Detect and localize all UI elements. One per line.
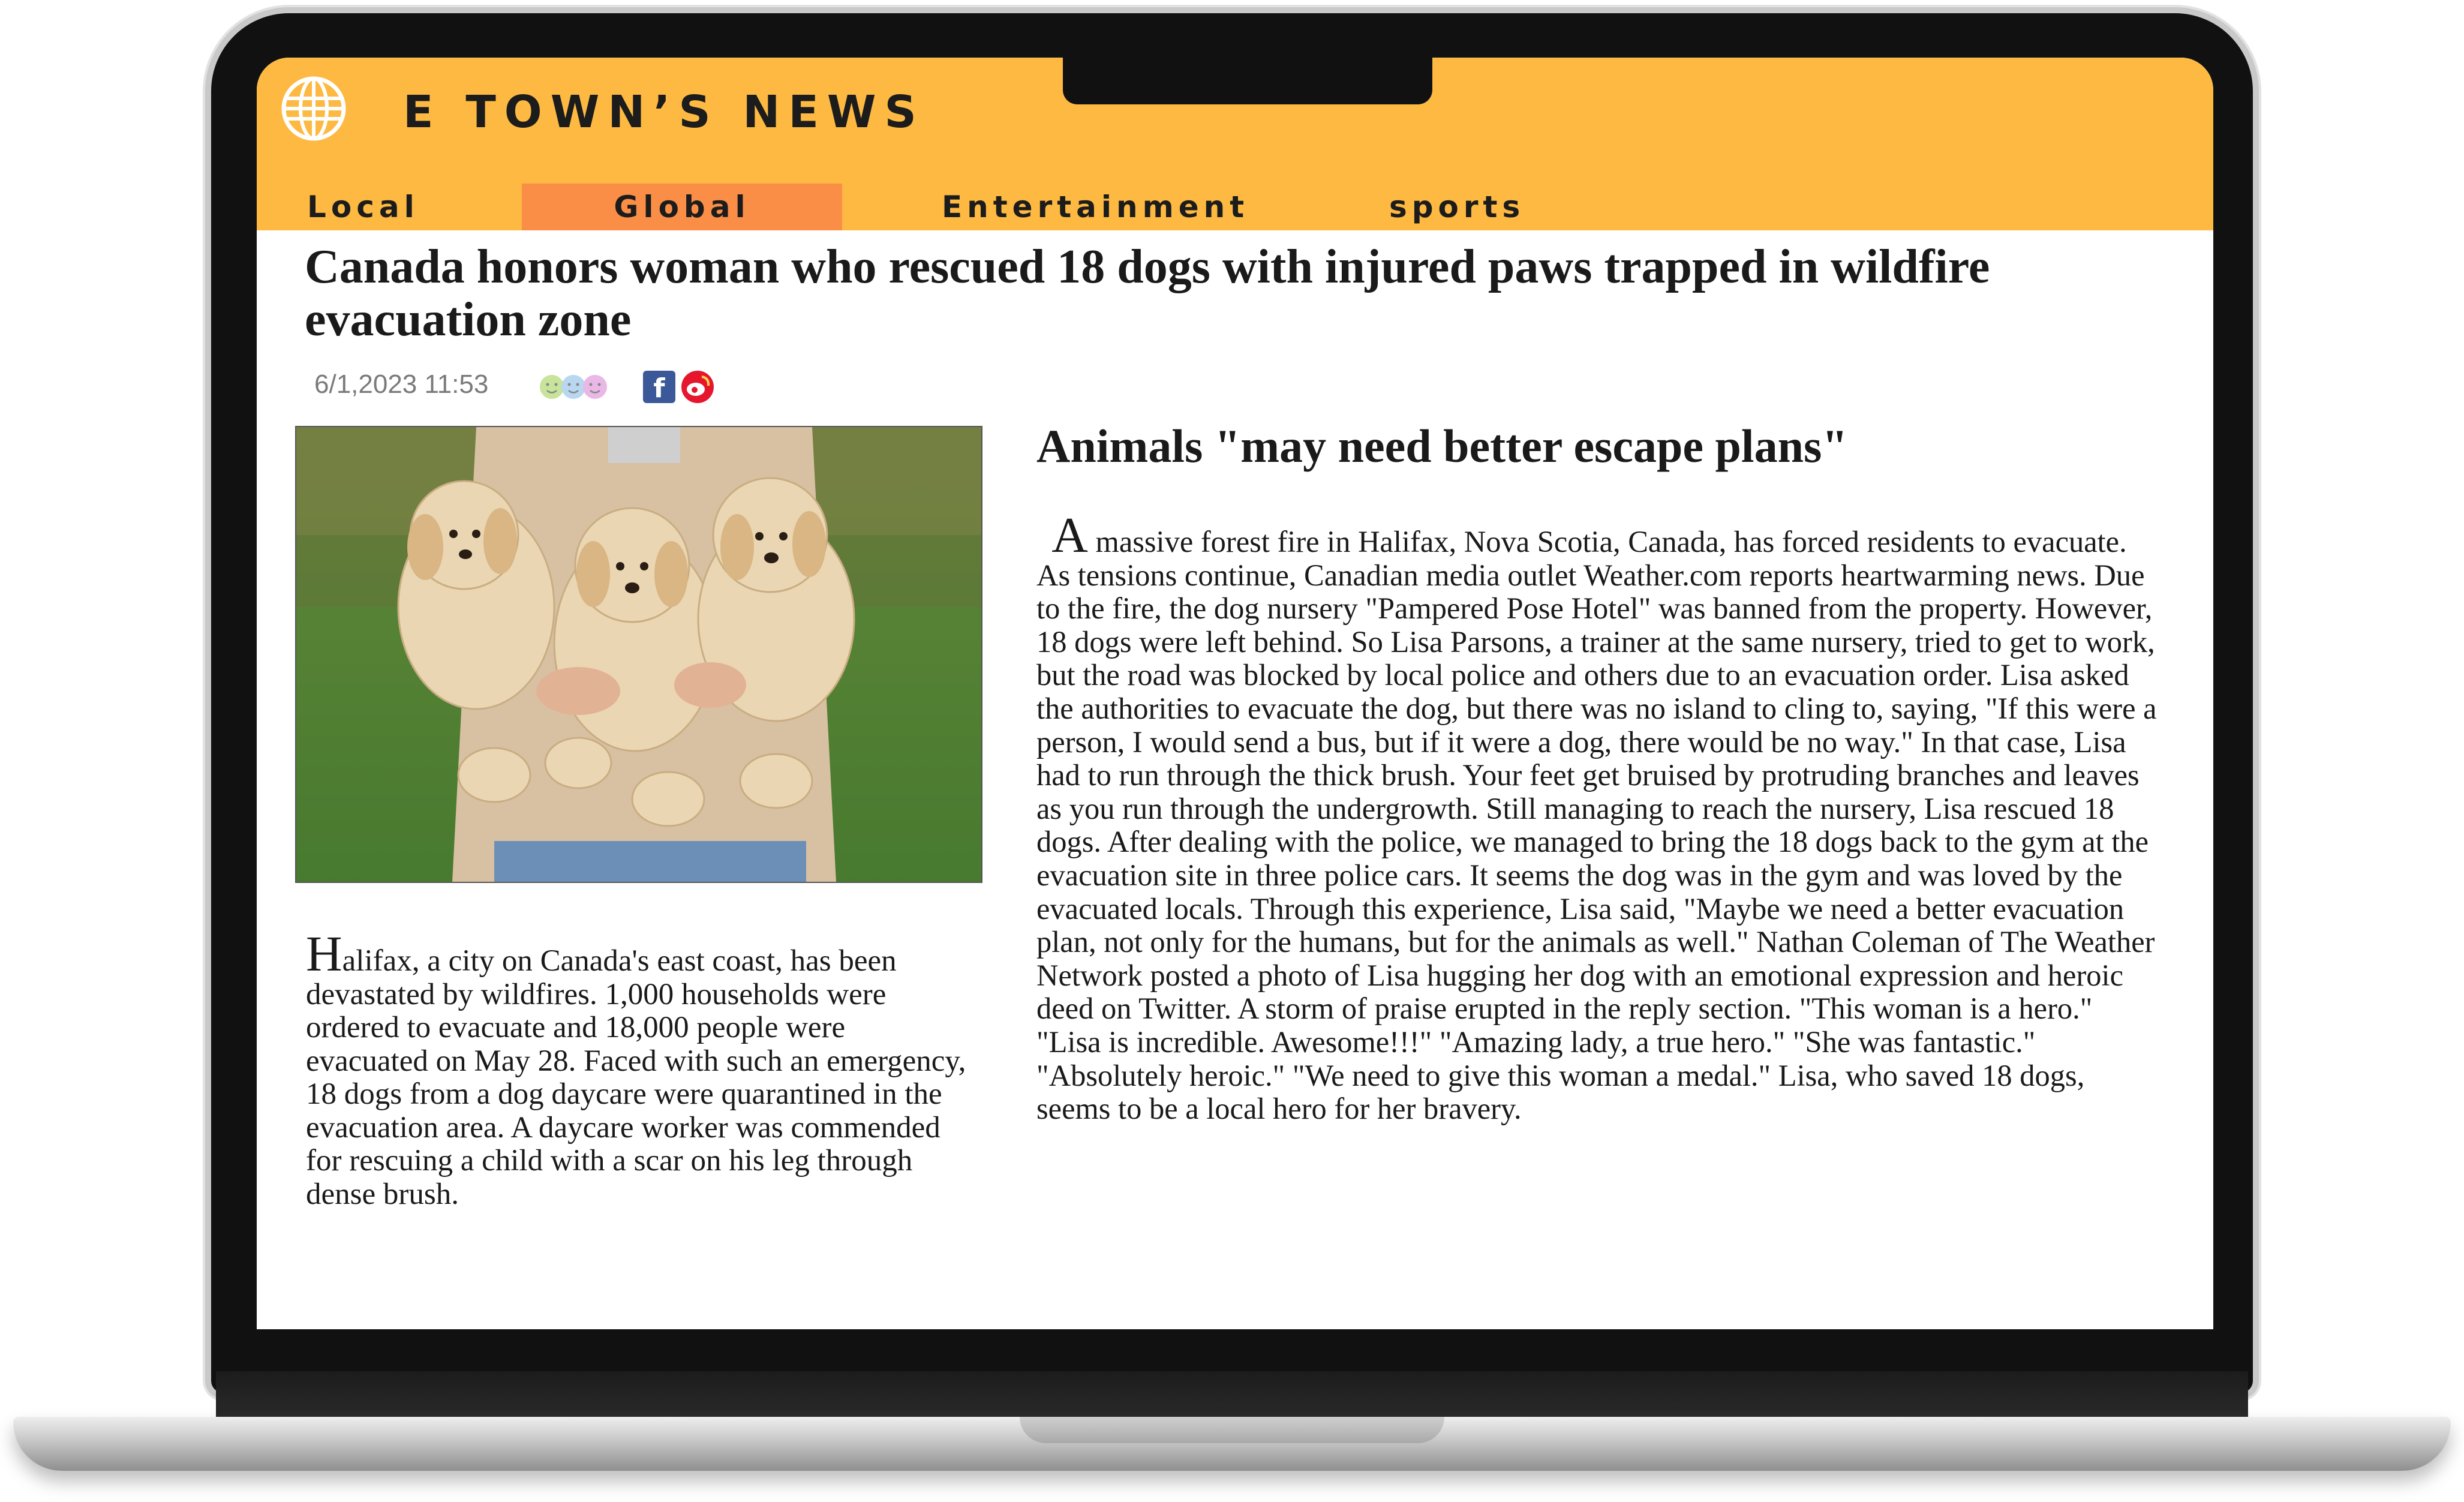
laptop-opening-notch [1020,1417,1444,1443]
article-photo-puppies[interactable] [295,426,982,883]
body-dropcap: A [1051,507,1088,563]
facebook-icon[interactable]: f [643,371,675,404]
globe-icon[interactable] [281,76,347,142]
reaction-faces-icon[interactable] [539,372,611,402]
tab-entertainment[interactable]: Entertainment [942,184,1249,230]
article-subheading: Animals "may need better escape plans" [1036,420,1848,472]
article-body-paragraph: A massive forest fire in Halifax, Nova S… [1036,510,2158,1126]
article-headline: Canada honors woman who rescued 18 dogs … [305,241,1990,346]
body-text: massive forest fire in Halifax, Nova Sco… [1036,525,2157,1126]
lead-dropcap: H [306,926,342,982]
tab-global[interactable]: Global [522,184,842,230]
laptop-hinge [216,1371,2248,1419]
lead-text: alifax, a city on Canada's east coast, h… [306,944,966,1211]
tab-local[interactable]: Local [307,184,419,230]
article-timestamp: 6/1,2023 11:53 [314,370,489,399]
camera-notch [1063,43,1432,104]
tab-sports[interactable]: sports [1389,184,1525,230]
laptop-screen: E TOWN’S NEWS Local Global Entertainment… [257,58,2213,1329]
article-lead-paragraph: Halifax, a city on Canada's east coast, … [306,929,972,1211]
site-title[interactable]: E TOWN’S NEWS [403,86,925,138]
weibo-icon[interactable] [680,370,715,404]
